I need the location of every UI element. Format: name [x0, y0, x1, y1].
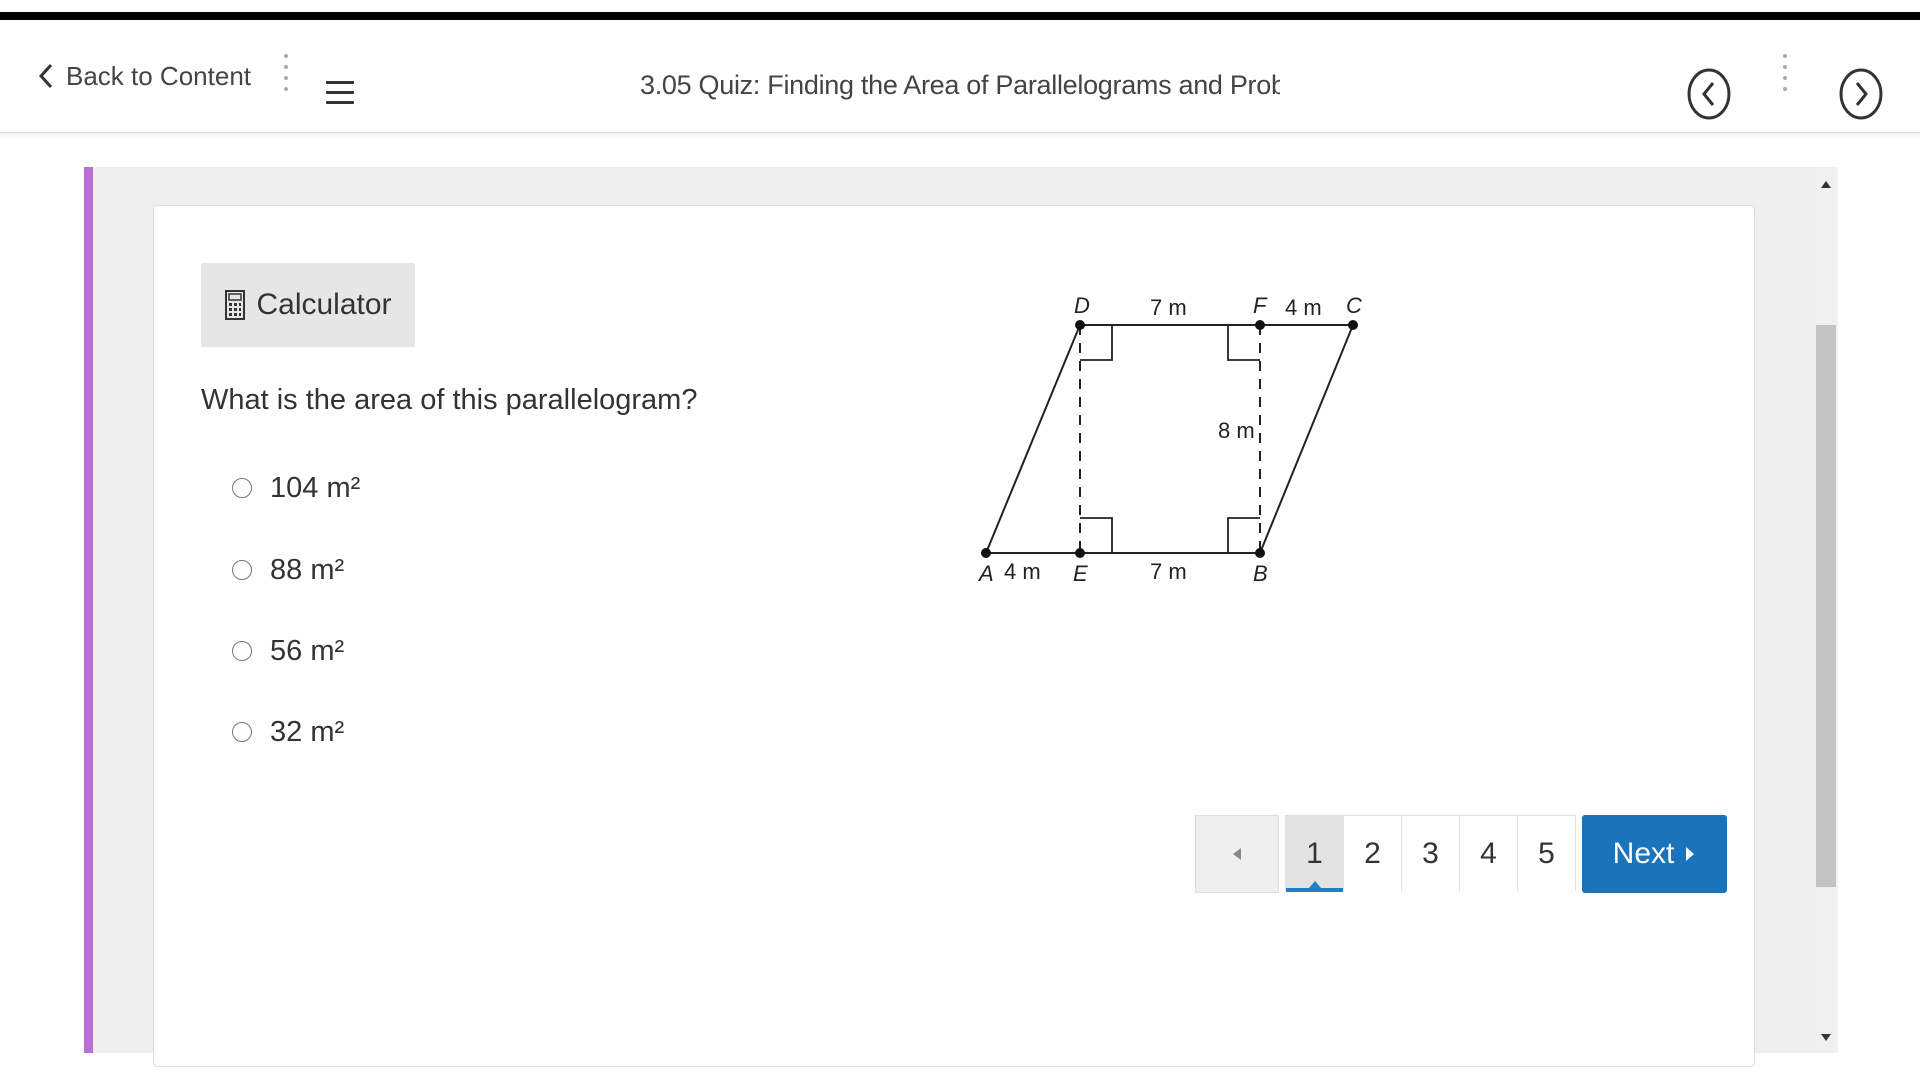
vertex-point [1075, 548, 1085, 558]
chevron-right-circle-icon [1839, 68, 1883, 120]
page-5-button[interactable]: 5 [1518, 816, 1575, 892]
right-angle-mark [1080, 325, 1113, 361]
page-1-button[interactable]: 1 [1286, 816, 1344, 892]
header-bar: Back to Content 3.05 Quiz: Finding the A… [0, 20, 1920, 133]
caret-right-icon [1686, 847, 1695, 861]
divider-dots-right [1782, 54, 1788, 100]
caret-left-icon [1233, 848, 1241, 860]
right-angle-mark [1227, 325, 1260, 361]
vertex-point [1075, 320, 1085, 330]
next-button[interactable]: Next [1582, 815, 1727, 893]
chevron-left-circle-icon [1687, 68, 1731, 120]
scroll-down-arrow-icon[interactable] [1820, 1033, 1832, 1043]
measure-label-height: 8 m [1218, 418, 1255, 443]
right-angle-mark [1080, 517, 1113, 553]
next-activity-button[interactable] [1839, 68, 1883, 120]
previous-page-button[interactable] [1195, 815, 1279, 893]
divider-dots [283, 54, 289, 100]
page-4-button[interactable]: 4 [1460, 816, 1518, 892]
back-to-content-label: Back to Content [66, 60, 251, 91]
vertex-label-a: A [977, 561, 994, 586]
chevron-left-icon [38, 63, 53, 89]
measure-label-eb: 7 m [1150, 559, 1187, 584]
question-card: Calculator What is the area of this para… [153, 205, 1755, 1067]
vertex-label-d: D [1074, 293, 1090, 318]
radio-button[interactable] [232, 722, 252, 742]
accent-bar [84, 167, 93, 1053]
vertex-point [1255, 320, 1265, 330]
next-label: Next [1612, 837, 1675, 870]
question-text: What is the area of this parallelogram? [201, 384, 698, 416]
calculator-icon [225, 290, 246, 320]
measure-label-df: 7 m [1150, 295, 1187, 320]
radio-button[interactable] [232, 641, 252, 661]
parallelogram-shape [984, 324, 1355, 554]
parallelogram-diagram: D F C A E B 7 m 4 m 8 m 4 m 7 m [977, 293, 1362, 586]
vertex-label-e: E [1073, 561, 1088, 586]
vertex-label-b: B [1253, 561, 1268, 586]
previous-activity-button[interactable] [1687, 68, 1731, 120]
top-border [0, 12, 1920, 20]
vertex-point [981, 548, 991, 558]
vertex-label-c: C [1346, 293, 1362, 318]
calculator-label: Calculator [256, 288, 392, 321]
answer-option[interactable]: 32 m² [232, 712, 344, 752]
answer-label: 104 m² [270, 471, 361, 504]
vertex-label-f: F [1253, 293, 1268, 318]
calculator-button[interactable]: Calculator [201, 263, 415, 347]
back-to-content-link[interactable]: Back to Content [38, 56, 251, 96]
vertex-point [1255, 548, 1265, 558]
menu-icon[interactable] [326, 81, 354, 105]
answer-label: 32 m² [270, 715, 345, 748]
right-angle-mark [1227, 517, 1260, 553]
pagination: 1 2 3 4 5 Next [1195, 815, 1727, 893]
radio-button[interactable] [232, 560, 252, 580]
vertical-scrollbar[interactable] [1814, 167, 1838, 1053]
vertex-point [1348, 320, 1358, 330]
measure-label-ae: 4 m [1004, 559, 1041, 584]
page-number-group: 1 2 3 4 5 [1285, 815, 1576, 892]
page-3-button[interactable]: 3 [1402, 816, 1460, 892]
answer-label: 56 m² [270, 634, 345, 667]
radio-button[interactable] [232, 478, 252, 498]
page-title: 3.05 Quiz: Finding the Area of Parallelo… [640, 70, 1280, 100]
answer-option[interactable]: 56 m² [232, 631, 344, 671]
scrollbar-thumb[interactable] [1816, 325, 1836, 887]
measure-label-fc: 4 m [1285, 295, 1322, 320]
answer-option[interactable]: 88 m² [232, 550, 344, 590]
page-2-button[interactable]: 2 [1344, 816, 1402, 892]
answer-label: 88 m² [270, 553, 345, 586]
scroll-up-arrow-icon[interactable] [1820, 179, 1832, 189]
answer-option[interactable]: 104 m² [232, 468, 360, 508]
